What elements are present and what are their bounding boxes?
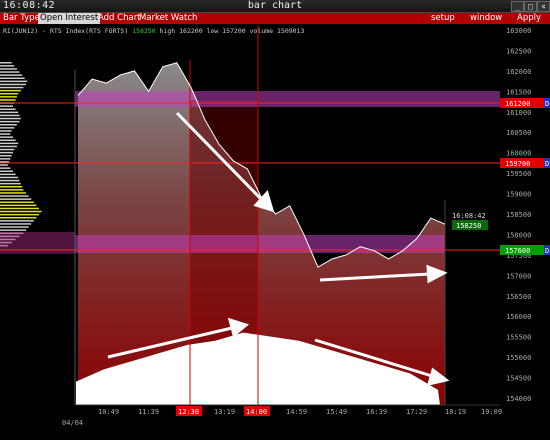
- price-tick: 158500: [506, 211, 531, 219]
- profile-bar: [0, 96, 17, 98]
- profile-bar: [0, 179, 20, 182]
- price-tick: 161000: [506, 109, 531, 117]
- profile-bar: [0, 89, 21, 92]
- profile-bar: [0, 139, 16, 141]
- profile-bar: [0, 229, 26, 231]
- price-zone-low-left: [0, 232, 75, 254]
- profile-bar: [0, 99, 16, 101]
- price-tick: 156000: [506, 313, 531, 321]
- tag-level-high-text: 161200: [505, 100, 530, 108]
- profile-bar: [0, 93, 19, 95]
- profile-bar: [0, 148, 15, 151]
- profile-bar: [0, 204, 37, 207]
- price-tick: 159500: [506, 170, 531, 178]
- date-label: 04/04: [62, 419, 83, 427]
- profile-bar: [0, 120, 20, 123]
- profile-bar: [0, 151, 13, 154]
- profile-bar: [0, 74, 23, 76]
- profile-bar: [0, 195, 29, 197]
- price-tick: 158000: [506, 231, 531, 239]
- time-tick: 14:59: [286, 408, 307, 416]
- price-tick: 163000: [506, 27, 531, 35]
- price-tick: 160500: [506, 129, 531, 137]
- time-tick: 13:19: [214, 408, 235, 416]
- profile-bar: [0, 226, 29, 228]
- profile-bar: [0, 124, 17, 126]
- price-tick: 154000: [506, 395, 531, 403]
- last-price-text: 158250: [456, 222, 481, 230]
- profile-bar: [0, 142, 19, 145]
- profile-bar: [0, 213, 39, 216]
- profile-bar: [0, 164, 8, 166]
- profile-bar: [0, 136, 13, 138]
- profile-bar: [0, 192, 26, 194]
- profile-bar: [0, 223, 32, 225]
- volume-profile: [0, 62, 42, 247]
- profile-bar: [0, 207, 39, 210]
- profile-bar: [0, 186, 23, 188]
- time-tick: 10:49: [98, 408, 119, 416]
- time-tick: 15:49: [326, 408, 347, 416]
- price-tick: 156500: [506, 293, 531, 301]
- profile-bar: [0, 86, 24, 89]
- profile-bar: [0, 201, 34, 203]
- profile-bar: [0, 83, 26, 86]
- profile-bar: [0, 145, 17, 148]
- price-tick: 154500: [506, 375, 531, 383]
- profile-bar: [0, 71, 20, 73]
- tag-level-low-text: 157600: [505, 247, 530, 255]
- profile-bar: [0, 127, 15, 129]
- profile-bar: [0, 161, 10, 163]
- last-time-label: 16:08:42: [452, 212, 486, 220]
- profile-bar: [0, 167, 11, 169]
- tag-side-low-text: D: [545, 247, 549, 255]
- profile-bar: [0, 65, 15, 67]
- price-tick: 155000: [506, 354, 531, 362]
- profile-bar: [0, 155, 12, 157]
- profile-bar: [0, 182, 21, 185]
- profile-bar: [0, 176, 19, 179]
- price-tick: 162500: [506, 47, 531, 55]
- time-axis[interactable]: 10:49 11:39 12:30 13:19 14:00 14:59 15:49 16:39…: [98, 406, 502, 416]
- time-tick: 17:29: [406, 408, 427, 416]
- profile-bar: [0, 170, 13, 172]
- profile-bar: [0, 198, 32, 200]
- price-zone-high: [75, 91, 500, 107]
- profile-bar: [0, 220, 34, 222]
- profile-bar: [0, 68, 17, 70]
- profile-bar: [0, 114, 20, 117]
- profile-bar: [0, 130, 12, 132]
- price-tick: 157000: [506, 272, 531, 280]
- time-tick: 11:39: [138, 408, 159, 416]
- profile-bar: [0, 105, 13, 107]
- tag-side-high-text: D: [545, 100, 549, 108]
- tag-side-mid-text: D: [545, 160, 549, 168]
- profile-bar: [0, 108, 16, 110]
- profile-bar: [0, 158, 11, 160]
- time-tick: 14:00: [246, 408, 267, 416]
- profile-bar: [0, 189, 24, 191]
- price-tick: 161500: [506, 88, 531, 96]
- tag-level-mid-text: 159700: [505, 160, 530, 168]
- time-tick: 18:19: [445, 408, 466, 416]
- profile-bar: [0, 117, 21, 120]
- price-tick: 160000: [506, 150, 531, 158]
- profile-bar: [0, 77, 25, 79]
- time-tick: 16:39: [366, 408, 387, 416]
- profile-bar: [0, 111, 19, 114]
- price-tick: 162000: [506, 68, 531, 76]
- profile-bar: [0, 133, 11, 135]
- profile-bar: [0, 173, 16, 176]
- profile-bar: [0, 217, 37, 219]
- price-tick: 159000: [506, 191, 531, 199]
- time-tick: 12:30: [178, 408, 199, 416]
- chart-canvas[interactable]: 163000 162500 162000 161500 161000 160500 1600…: [0, 0, 550, 440]
- time-tick: 19:09: [481, 408, 502, 416]
- profile-bar: [0, 80, 28, 83]
- profile-bar: [0, 62, 12, 64]
- price-tick: 155500: [506, 334, 531, 342]
- profile-bar: [0, 210, 42, 213]
